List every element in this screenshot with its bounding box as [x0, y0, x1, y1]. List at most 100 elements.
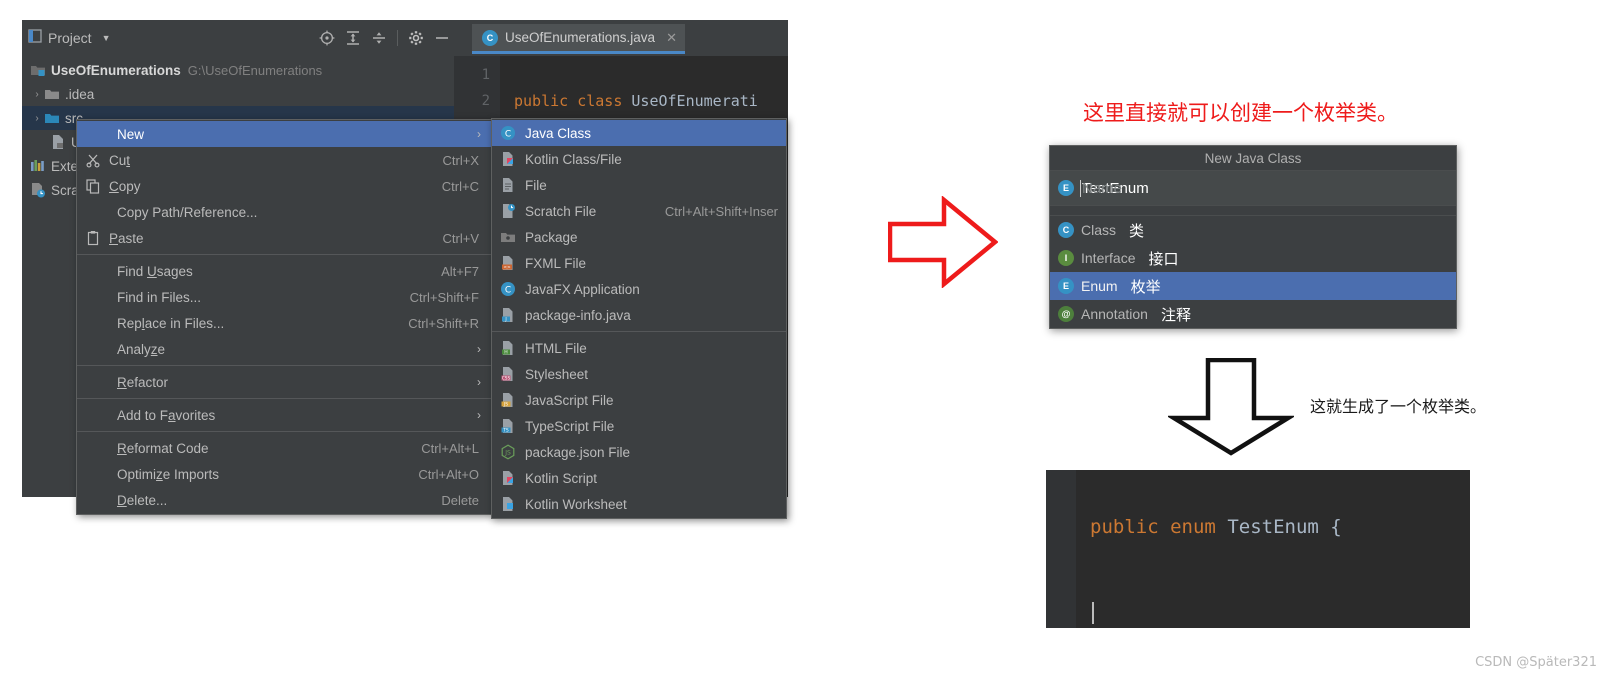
source-folder-icon: [44, 110, 60, 126]
tree-item-label: .idea: [65, 86, 95, 102]
project-panel-title: Project: [48, 30, 92, 46]
copy-icon: [85, 178, 101, 194]
dialog-option-enum[interactable]: E Enum 枚举: [1050, 272, 1456, 300]
result-gutter-strip: [1076, 470, 1082, 628]
context-menu-shortcut: Ctrl+C: [441, 178, 479, 194]
fxml-file-icon: <>: [500, 255, 516, 271]
context-menu-item-reformat-code[interactable]: Reformat Code Ctrl+Alt+L: [77, 435, 491, 461]
tree-row[interactable]: UseOfEnumerations G:\UseOfEnumerations: [22, 58, 454, 82]
submenu-item-kotlin-class-file[interactable]: Kotlin Class/File: [492, 146, 786, 172]
package-json-icon: JS: [500, 444, 516, 460]
submenu-item-javafx-application[interactable]: C JavaFX Application: [492, 276, 786, 302]
submenu-item-package-info[interactable]: J package-info.java: [492, 302, 786, 328]
context-menu-item-label: Cut: [109, 152, 131, 168]
enum-badge-icon: E: [1058, 278, 1074, 294]
chevron-right-icon[interactable]: ›: [30, 113, 44, 124]
expand-all-icon[interactable]: [345, 30, 361, 46]
submenu-item-java-class[interactable]: C Java Class: [492, 120, 786, 146]
context-menu-item-cut[interactable]: Cut Ctrl+X: [77, 147, 491, 173]
submenu-item-label: Kotlin Script: [525, 470, 598, 486]
kotlin-worksheet-icon: [500, 496, 516, 512]
submenu-item-shortcut: Ctrl+Alt+Shift+Inser: [664, 203, 778, 219]
context-menu: New › Cut Ctrl+X Copy Ctrl+C Copy Path/R…: [76, 119, 492, 515]
collapse-all-icon[interactable]: [371, 30, 387, 46]
submenu-item-html-file[interactable]: H HTML File: [492, 335, 786, 361]
chevron-right-icon[interactable]: ›: [30, 89, 44, 100]
kotlin-file-icon: [500, 151, 516, 167]
svg-text:H: H: [504, 350, 507, 356]
submenu-item-stylesheet[interactable]: CSS Stylesheet: [492, 361, 786, 387]
context-menu-item-label: Find in Files...: [117, 289, 202, 305]
svg-text:J: J: [504, 317, 506, 323]
result-identifier: TestEnum: [1227, 516, 1319, 538]
context-menu-item-label: Replace in Files...: [117, 315, 225, 331]
chevron-right-icon: ›: [477, 127, 481, 141]
context-menu-item-paste[interactable]: Paste Ctrl+V: [77, 225, 491, 251]
context-menu-item-copy[interactable]: Copy Ctrl+C: [77, 173, 491, 199]
submenu-item-file[interactable]: File: [492, 172, 786, 198]
result-keyword-enum: enum: [1170, 516, 1216, 538]
minimize-icon[interactable]: [434, 30, 450, 46]
project-panel-toolbar: [319, 20, 450, 56]
context-menu-shortcut: Ctrl+Shift+R: [408, 315, 479, 331]
result-gutter: [1046, 470, 1076, 628]
context-menu-item-delete[interactable]: Delete... Delete: [77, 487, 491, 513]
submenu-item-label: HTML File: [525, 340, 587, 356]
annotation-red-note: 这里直接就可以创建一个枚举类。: [1083, 101, 1398, 125]
submenu-item-fxml-file[interactable]: <> FXML File: [492, 250, 786, 276]
context-menu-item-refactor[interactable]: Refactor ›: [77, 369, 491, 395]
context-menu-shortcut: Ctrl+Alt+L: [421, 440, 479, 456]
locate-icon[interactable]: [319, 30, 335, 46]
dialog-option-interface[interactable]: I Interface 接口: [1050, 244, 1456, 272]
dialog-option-label-cn: 注释: [1160, 305, 1191, 324]
class-name-input[interactable]: E Name TestEnum: [1050, 171, 1456, 205]
context-menu-item-add-to-favorites[interactable]: Add to Favorites ›: [77, 402, 491, 428]
context-menu-item-find-in-files[interactable]: Find in Files... Ctrl+Shift+F: [77, 284, 491, 310]
result-open-brace: {: [1330, 516, 1342, 538]
context-menu-item-optimize-imports[interactable]: Optimize Imports Ctrl+Alt+O: [77, 461, 491, 487]
java-file-icon: [50, 134, 66, 150]
svg-text:C: C: [505, 130, 511, 140]
scratch-file-icon: [500, 203, 516, 219]
close-icon[interactable]: ✕: [666, 30, 677, 46]
submenu-item-javascript-file[interactable]: JS JavaScript File: [492, 387, 786, 413]
submenu-item-package[interactable]: Package: [492, 224, 786, 250]
interface-badge-icon: I: [1058, 250, 1074, 266]
submenu-item-scratch-file[interactable]: Scratch File Ctrl+Alt+Shift+Inser: [492, 198, 786, 224]
dialog-option-class[interactable]: C Class 类: [1050, 216, 1456, 244]
submenu-item-kotlin-worksheet[interactable]: Kotlin Worksheet: [492, 491, 786, 517]
submenu-item-label: package-info.java: [525, 307, 631, 323]
context-menu-separator: [77, 254, 491, 255]
submenu-item-typescript-file[interactable]: TS TypeScript File: [492, 413, 786, 439]
context-menu-item-label: New: [117, 126, 145, 142]
gear-icon[interactable]: [408, 30, 424, 46]
submenu-item-label: Scratch File: [525, 203, 597, 219]
context-menu-item-find-usages[interactable]: Find Usages Alt+F7: [77, 258, 491, 284]
context-menu-item-replace-in-files[interactable]: Replace in Files... Ctrl+Shift+R: [77, 310, 491, 336]
toolbar-divider: [397, 30, 398, 46]
dialog-option-annotation[interactable]: @ Annotation 注释: [1050, 300, 1456, 328]
editor-tab-useofenumerations[interactable]: C UseOfEnumerations.java ✕: [472, 24, 685, 54]
context-menu-item-new[interactable]: New ›: [77, 121, 491, 147]
editor-tab-label: UseOfEnumerations.java: [505, 30, 656, 45]
context-menu-item-label: Copy: [109, 178, 141, 194]
chevron-down-icon[interactable]: ▼: [102, 33, 111, 43]
paste-icon: [85, 230, 101, 246]
submenu-item-kotlin-script[interactable]: Kotlin Script: [492, 465, 786, 491]
dialog-option-label-cn: 接口: [1148, 249, 1179, 268]
tree-item-path: G:\UseOfEnumerations: [187, 62, 323, 78]
result-code-editor[interactable]: public enum TestEnum { }: [1046, 470, 1470, 628]
tree-row[interactable]: › .idea: [22, 82, 454, 106]
arrow-right-icon: [887, 195, 999, 293]
context-menu-item-label: Analyze: [117, 341, 166, 357]
context-menu-shortcut: Delete: [441, 492, 479, 508]
context-menu-separator: [77, 398, 491, 399]
context-menu-item-analyze[interactable]: Analyze ›: [77, 336, 491, 362]
watermark: CSDN @Später321: [1475, 655, 1597, 670]
result-code-content: public enum TestEnum { }: [1090, 476, 1342, 628]
submenu-item-package-json-file[interactable]: JS package.json File: [492, 439, 786, 465]
package-info-icon: J: [500, 307, 516, 323]
javafx-app-icon: C: [500, 281, 516, 297]
dialog-title: New Java Class: [1050, 146, 1456, 171]
context-menu-item-copy-path[interactable]: Copy Path/Reference...: [77, 199, 491, 225]
